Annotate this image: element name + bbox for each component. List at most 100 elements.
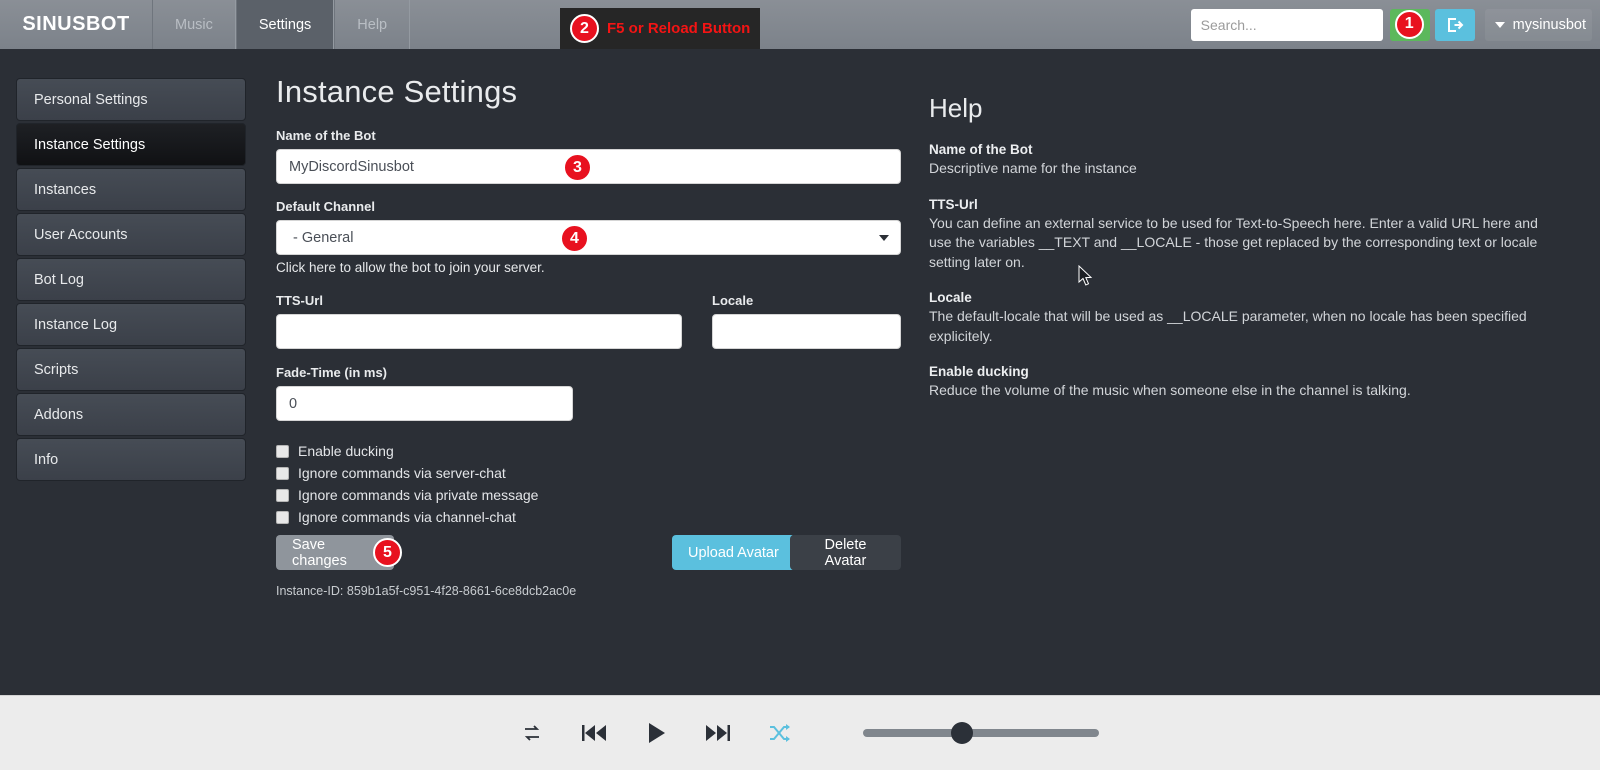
help-term-enable-ducking: Enable ducking: [929, 364, 1549, 379]
help-term-name-of-the-bot: Name of the Bot: [929, 142, 1549, 157]
sidebar: Personal Settings Instance Settings Inst…: [16, 78, 246, 483]
play-button[interactable]: [625, 710, 687, 756]
sidebar-item-label: Instance Log: [34, 317, 117, 333]
player-bar: [0, 695, 1600, 770]
reload-annotation-banner: 2 F5 or Reload Button: [560, 8, 760, 49]
reload-banner-label: F5 or Reload Button: [607, 20, 750, 37]
sidebar-item-label: Scripts: [34, 362, 78, 378]
user-menu-label: mysinusbot: [1513, 17, 1586, 33]
options-checkbox-group: Enable ducking Ignore commands via serve…: [276, 443, 901, 525]
checkbox-box[interactable]: [276, 511, 289, 524]
locale-input[interactable]: [712, 314, 901, 349]
annotation-badge-4: 4: [560, 224, 589, 253]
locale-field-group: Locale: [712, 293, 901, 349]
help-term-locale: Locale: [929, 290, 1549, 305]
fade-time-input[interactable]: [276, 386, 573, 421]
checkbox-label: Enable ducking: [298, 443, 394, 459]
locale-label: Locale: [712, 293, 901, 308]
bot-name-label: Name of the Bot: [276, 128, 901, 143]
sidebar-item-label: Personal Settings: [34, 92, 148, 108]
sidebar-item-instance-log[interactable]: Instance Log: [16, 303, 246, 346]
checkbox-ignore-channel-chat[interactable]: Ignore commands via channel-chat: [276, 509, 901, 525]
help-panel: Help Name of the Bot Descriptive name fo…: [929, 93, 1549, 401]
next-track-button[interactable]: [687, 710, 749, 756]
app-root: SINUSBOT Music Settings Help 2 F5 or Rel…: [0, 0, 1600, 770]
help-desc-tts-url: You can define an external service to be…: [929, 214, 1549, 273]
refresh-button[interactable]: 1: [1390, 9, 1430, 41]
brand-logo-text: SINUSBOT: [22, 13, 129, 36]
sidebar-item-info[interactable]: Info: [16, 438, 246, 481]
sidebar-item-label: Instance Settings: [34, 137, 145, 153]
checkbox-box[interactable]: [276, 489, 289, 502]
previous-track-icon: [580, 721, 608, 745]
checkbox-box[interactable]: [276, 445, 289, 458]
shuffle-button[interactable]: [749, 710, 811, 756]
nav-tabs: Music Settings Help: [152, 0, 410, 49]
tts-locale-row: TTS-Url Locale: [276, 293, 901, 349]
sidebar-item-instances[interactable]: Instances: [16, 168, 246, 211]
logout-button[interactable]: [1435, 9, 1475, 41]
tab-music-label: Music: [175, 17, 213, 33]
form-actions: Save changes 5 Upload Avatar Delete Avat…: [276, 535, 901, 571]
volume-slider-handle[interactable]: [951, 722, 973, 744]
checkbox-ignore-private-message[interactable]: Ignore commands via private message: [276, 487, 901, 503]
repeat-button[interactable]: [501, 710, 563, 756]
sidebar-item-addons[interactable]: Addons: [16, 393, 246, 436]
sidebar-item-instance-settings[interactable]: Instance Settings: [16, 123, 246, 166]
sidebar-item-user-accounts[interactable]: User Accounts: [16, 213, 246, 256]
checkbox-box[interactable]: [276, 467, 289, 480]
sidebar-item-bot-log[interactable]: Bot Log: [16, 258, 246, 301]
page-title: Instance Settings: [276, 74, 901, 110]
tab-settings[interactable]: Settings: [236, 0, 334, 49]
sidebar-item-label: Info: [34, 452, 58, 468]
checkbox-enable-ducking[interactable]: Enable ducking: [276, 443, 901, 459]
help-title: Help: [929, 93, 1549, 124]
sidebar-item-personal-settings[interactable]: Personal Settings: [16, 78, 246, 121]
tab-settings-label: Settings: [259, 17, 311, 33]
checkbox-label: Ignore commands via server-chat: [298, 465, 506, 481]
play-icon: [643, 720, 669, 746]
next-track-icon: [704, 721, 732, 745]
annotation-badge-1: 1: [1395, 10, 1424, 39]
sidebar-item-label: Addons: [34, 407, 83, 423]
sidebar-item-label: User Accounts: [34, 227, 128, 243]
tab-help-label: Help: [357, 17, 387, 33]
channel-hint-link[interactable]: Click here to allow the bot to join your…: [276, 260, 901, 275]
help-desc-name-of-the-bot: Descriptive name for the instance: [929, 159, 1549, 179]
sidebar-item-label: Bot Log: [34, 272, 84, 288]
logout-icon: [1446, 16, 1464, 34]
checkbox-label: Ignore commands via channel-chat: [298, 509, 516, 525]
search-input[interactable]: [1191, 9, 1383, 41]
tab-help[interactable]: Help: [334, 0, 410, 49]
tts-field-group: TTS-Url: [276, 293, 682, 349]
tts-url-label: TTS-Url: [276, 293, 682, 308]
fade-time-label: Fade-Time (in ms): [276, 365, 901, 380]
upload-avatar-button[interactable]: Upload Avatar: [672, 535, 795, 570]
brand-logo: SINUSBOT: [0, 0, 152, 49]
checkbox-label: Ignore commands via private message: [298, 487, 538, 503]
sidebar-item-scripts[interactable]: Scripts: [16, 348, 246, 391]
top-right-controls: 1 mysinusbot: [1191, 0, 1600, 49]
annotation-badge-2: 2: [570, 14, 599, 43]
annotation-badge-5: 5: [373, 538, 402, 567]
help-term-tts-url: TTS-Url: [929, 197, 1549, 212]
default-channel-label: Default Channel: [276, 199, 901, 214]
instance-id-text: Instance-ID: 859b1a5f-c951-4f28-8661-6ce…: [276, 584, 901, 598]
tts-url-input[interactable]: [276, 314, 682, 349]
shuffle-icon: [768, 722, 792, 744]
sidebar-item-label: Instances: [34, 182, 96, 198]
checkbox-ignore-server-chat[interactable]: Ignore commands via server-chat: [276, 465, 901, 481]
volume-slider[interactable]: [863, 729, 1099, 737]
previous-track-button[interactable]: [563, 710, 625, 756]
top-navigation-bar: SINUSBOT Music Settings Help 2 F5 or Rel…: [0, 0, 1600, 49]
help-desc-enable-ducking: Reduce the volume of the music when some…: [929, 381, 1549, 401]
tab-music[interactable]: Music: [152, 0, 236, 49]
fade-time-group: Fade-Time (in ms): [276, 365, 901, 421]
chevron-down-icon: [1495, 22, 1505, 28]
repeat-icon: [521, 722, 543, 744]
annotation-badge-3: 3: [563, 153, 592, 182]
delete-avatar-button[interactable]: Delete Avatar: [790, 535, 901, 570]
help-desc-locale: The default-locale that will be used as …: [929, 307, 1549, 346]
user-menu[interactable]: mysinusbot: [1485, 9, 1592, 41]
instance-settings-form: Instance Settings Name of the Bot 3 Defa…: [276, 74, 901, 598]
